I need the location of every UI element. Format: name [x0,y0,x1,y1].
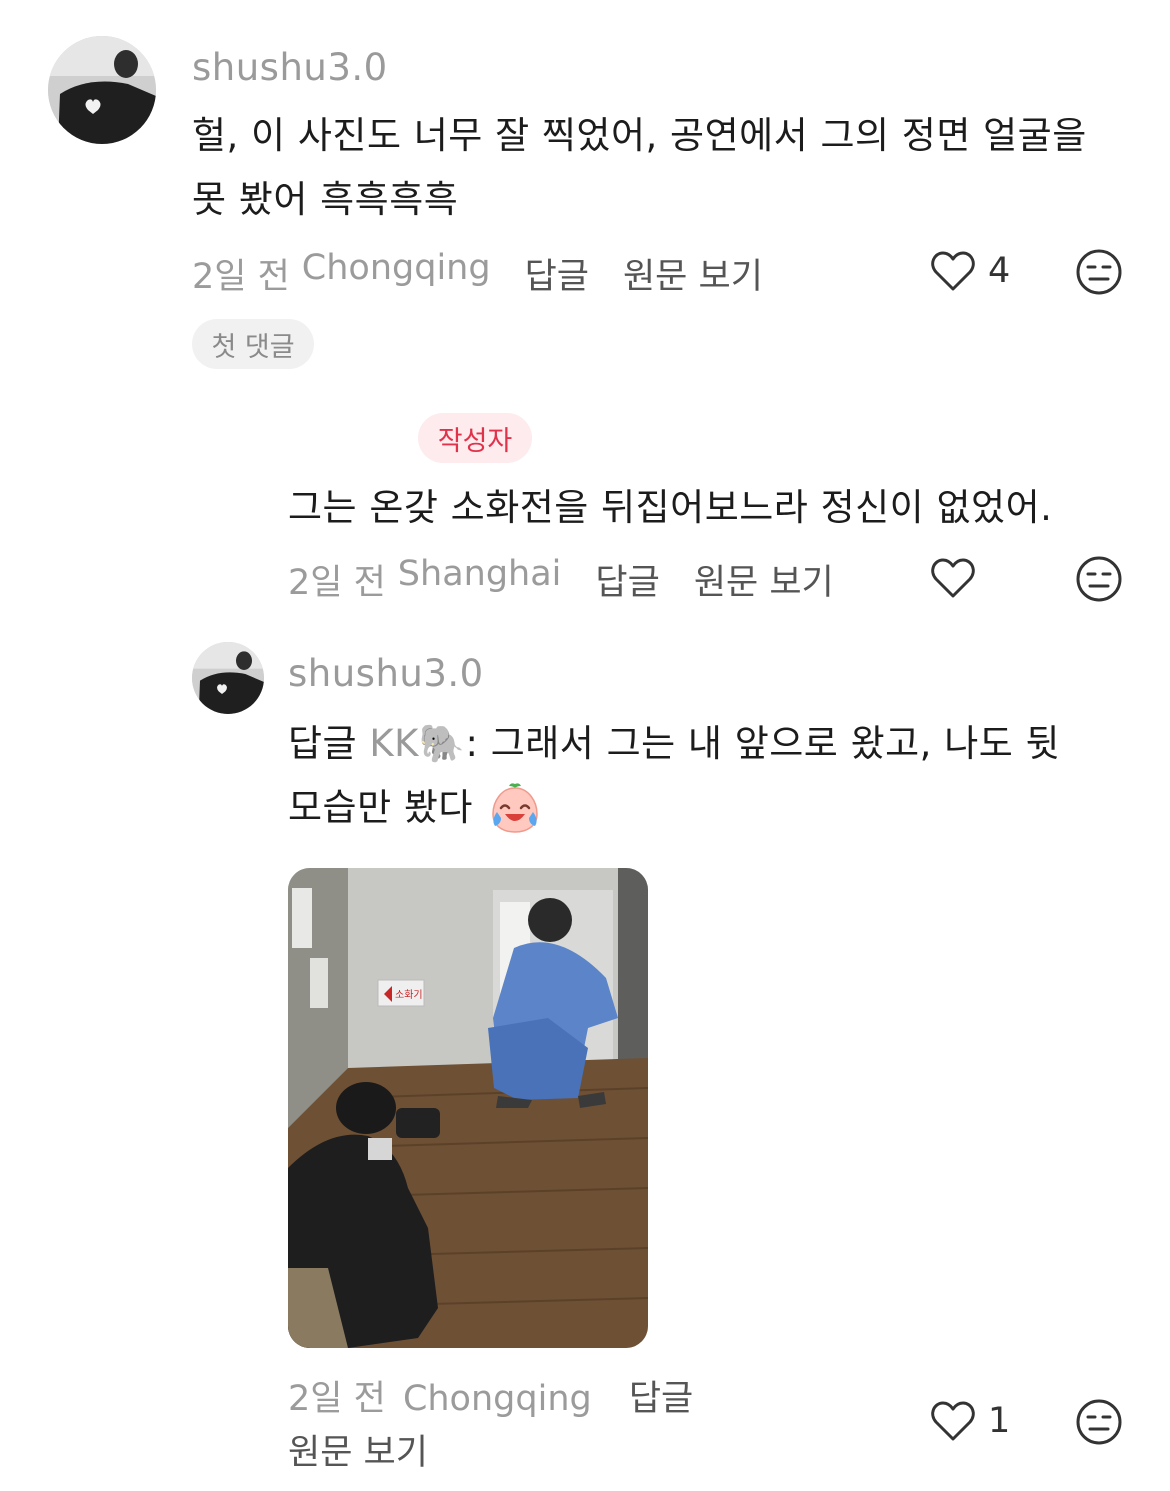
view-original-button[interactable]: 원문 보기 [288,1433,428,1473]
author-badge: 작성자 [418,413,532,463]
like-button[interactable] [930,557,976,599]
view-original-button[interactable]: 원문 보기 [694,554,834,605]
neutral-face-icon [1076,249,1122,295]
comment-text-rest: : 그래서 그는 내 앞으로 왔고, 나도 뒷 [465,722,1061,765]
heart-outline-icon [931,251,975,291]
reply-button[interactable]: 답글 [629,1379,693,1419]
avatar-image [48,36,156,144]
comment-time: 2일 전 [192,257,290,297]
crying-laughing-emoji [492,783,538,833]
comment-location: Chongqing [402,1379,592,1419]
comment-meta: 2일 전 Shanghai 답글 원문 보기 [288,554,834,605]
like-button[interactable]: 1 [930,1400,1010,1442]
reaction-button[interactable] [1075,555,1123,607]
comment-meta: 2일 전 Chongqing 답글 원문 보기 [192,248,763,299]
reaction-button[interactable] [1075,1398,1123,1450]
reply-button[interactable]: 답글 [525,248,589,299]
comment-text-rest: 모습만 봤다 [288,786,473,829]
comment-text-line: 답글 KK🐘: 그래서 그는 내 앞으로 왔고, 나도 뒷 [288,712,1148,776]
comment-photo[interactable]: 소화기 [288,868,648,1348]
comment-meta: 2일 전 Chongqing 답글 원문 보기 [288,1372,728,1480]
photo-image: 소화기 [288,868,648,1348]
comment-username[interactable]: shushu3.0 [288,652,484,695]
reply-to-username[interactable]: KK🐘 [369,722,465,765]
reply-button[interactable]: 답글 [595,554,659,605]
comment-location: Shanghai [397,554,562,594]
comment-text-line: 헐, 이 사진도 너무 잘 찍었어, 공연에서 그의 정면 얼굴을 [192,114,1087,157]
comment-text: 그는 온갖 소화전을 뒤집어보느라 정신이 없었어. [288,486,1053,529]
comment-username[interactable]: shushu3.0 [192,46,388,89]
comment-time: 2일 전 [288,1379,386,1419]
comment-text: 헐, 이 사진도 너무 잘 찍었어, 공연에서 그의 정면 얼굴을 못 봤어 흑… [192,104,1142,232]
like-count: 4 [988,251,1011,291]
comment-text-line: 모습만 봤다 [288,776,1148,840]
comment-text-line: 못 봤어 흑흑흑흑 [192,178,459,221]
heart-outline-icon [931,1401,975,1441]
heart-outline-icon [931,558,975,598]
avatar[interactable] [192,642,264,714]
photo-sign-text: 소화기 [395,989,423,1001]
view-original-button[interactable]: 원문 보기 [623,248,763,299]
reply-prefix: 답글 [288,722,358,765]
neutral-face-icon [1076,1399,1122,1445]
like-button[interactable]: 4 [930,250,1010,292]
avatar-image [192,642,264,714]
like-count: 1 [988,1401,1011,1441]
comment-location: Chongqing [301,248,491,288]
comment-time: 2일 전 [288,563,386,603]
reaction-button[interactable] [1075,248,1123,300]
first-comment-badge: 첫 댓글 [192,319,314,369]
comment-text: 답글 KK🐘: 그래서 그는 내 앞으로 왔고, 나도 뒷 모습만 봤다 [288,712,1148,840]
avatar[interactable] [48,36,156,144]
neutral-face-icon [1076,556,1122,602]
